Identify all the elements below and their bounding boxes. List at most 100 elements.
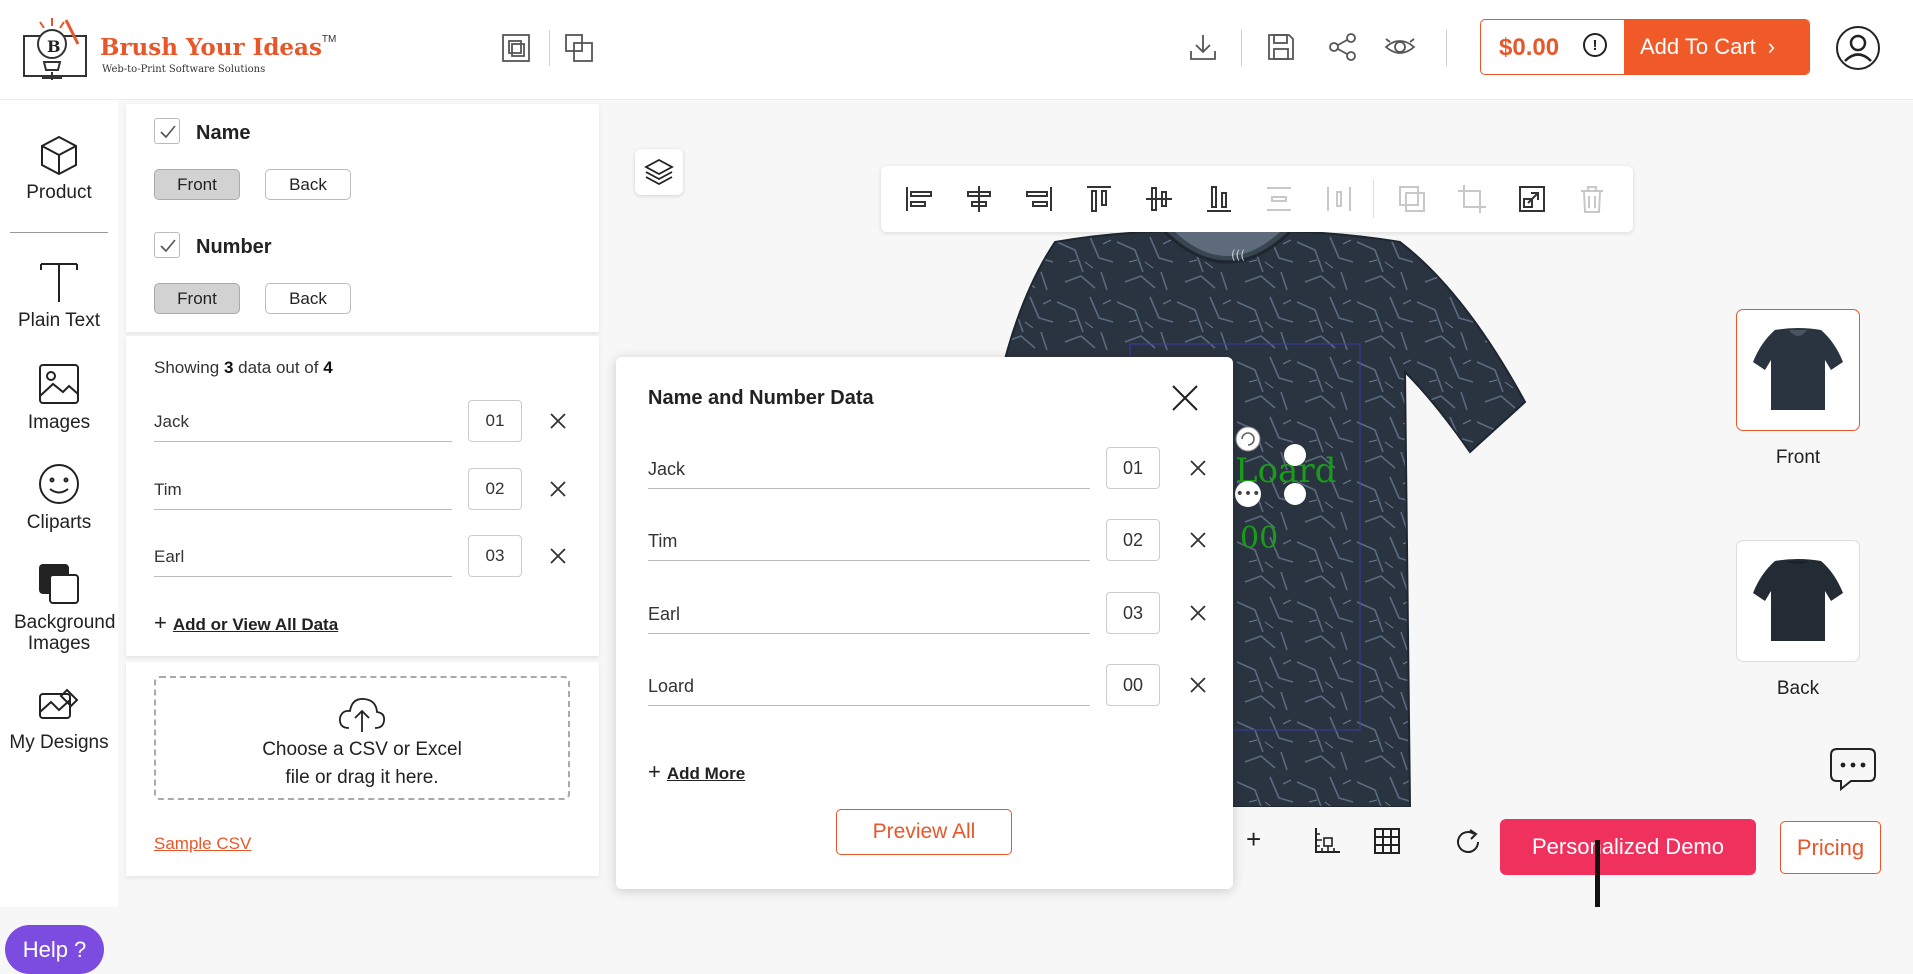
modal-number-input[interactable]: 00 [1106,664,1160,706]
smiley-icon [39,464,79,504]
number-front-button[interactable]: Front [154,283,240,314]
remove-row-close-icon[interactable] [1189,604,1207,627]
brand-tagline: Web-to-Print Software Solutions [102,64,266,75]
pricing-button[interactable]: Pricing [1780,821,1881,874]
layers-button[interactable] [635,149,683,195]
price-and-cart: $0.00 ! Add To Cart › [1480,19,1810,75]
view-back-icon[interactable] [563,32,595,64]
download-icon[interactable] [1186,30,1220,64]
top-header: B Brush Your IdeasTM Web-to-Print Softwa… [0,0,1913,100]
data-row: Earl 03 [154,535,567,585]
user-avatar-icon[interactable] [1836,26,1880,70]
price-info-icon[interactable]: ! [1583,33,1607,57]
csv-dropzone[interactable]: Choose a CSV or Excel file or drag it he… [154,676,570,800]
modal-number-input[interactable]: 02 [1106,519,1160,561]
row-number-input[interactable]: 02 [468,468,522,510]
front-view-label: Front [1775,447,1821,468]
add-more-link[interactable]: + Add More [648,759,745,785]
zoom-in-button[interactable]: + [1246,824,1261,855]
layers-icon [644,158,674,186]
left-tool-rail: Product Plain Text Images Cliparts Backg… [0,100,118,974]
data-rows-panel: Showing 3 data out of 4 Jack 01 Tim 02 E… [126,336,599,656]
number-checkbox[interactable] [154,232,180,258]
csv-upload-panel: Choose a CSV or Excel file or drag it he… [126,662,599,876]
modal-name-input[interactable]: Jack [648,455,1090,489]
ruler-icon[interactable] [1312,826,1342,861]
add-to-cart-button[interactable]: Add To Cart › [1624,20,1809,74]
number-section-label: Number [196,236,272,258]
align-bottom-icon[interactable] [1203,183,1235,215]
preview-all-button[interactable]: Preview All [836,809,1012,855]
back-view-label: Back [1776,678,1820,699]
row-name-input[interactable]: Earl [154,543,452,577]
name-back-button[interactable]: Back [265,169,351,200]
rail-item-cliparts[interactable]: Cliparts [0,462,118,534]
row-name-input[interactable]: Tim [154,476,452,510]
modal-name-input[interactable]: Tim [648,527,1090,561]
cloud-upload-icon [339,698,386,732]
remove-row-close-icon[interactable] [549,480,567,503]
remove-row-close-icon[interactable] [549,412,567,435]
share-icon[interactable] [1326,30,1360,64]
modal-data-row: Loard 00 [648,664,1208,714]
align-top-icon[interactable] [1083,183,1115,215]
rail-item-plain-text[interactable]: Plain Text [0,260,118,332]
row-number-input[interactable]: 03 [468,535,522,577]
remove-row-close-icon[interactable] [1189,459,1207,482]
rail-item-my-designs[interactable]: My Designs [0,686,118,754]
align-middle-vertical-icon[interactable] [1143,183,1175,215]
grid-icon[interactable] [1372,826,1402,861]
personalized-demo-button[interactable]: Personalized Demo [1500,819,1756,875]
rail-label: Plain Text [17,310,101,331]
modal-name-input[interactable]: Loard [648,672,1090,706]
rail-item-product[interactable]: Product [0,134,118,204]
refresh-icon[interactable] [1452,826,1484,863]
rail-item-images[interactable]: Images [0,362,118,434]
add-or-view-all-data-link[interactable]: + Add or View All Data [154,610,338,636]
front-view-thumbnail[interactable] [1736,309,1860,431]
modal-close-icon[interactable] [1170,383,1200,418]
header-divider [549,30,550,66]
chat-bubble-icon[interactable] [1829,745,1877,796]
row-name-input[interactable]: Jack [154,408,452,442]
view-front-icon[interactable] [500,32,532,64]
align-center-horizontal-icon[interactable] [963,183,995,215]
rail-label: Cliparts [26,512,92,533]
rail-label: Images [27,412,91,433]
resize-expand-icon[interactable] [1516,183,1548,215]
crop-icon [1456,183,1488,215]
row-number-input[interactable]: 01 [468,400,522,442]
name-number-data-modal: Name and Number Data Jack 01 Tim 02 Earl… [616,357,1233,889]
image-icon [39,364,79,404]
alignment-toolbar [881,166,1633,232]
brand-name: Brush Your IdeasTM [100,34,337,61]
brand-logo[interactable]: B Brush Your IdeasTM Web-to-Print Softwa… [22,14,336,84]
preview-eye-icon[interactable] [1382,30,1418,64]
align-left-icon[interactable] [903,183,935,215]
rail-item-background-images[interactable]: Background Images [0,562,118,654]
number-back-button[interactable]: Back [265,283,351,314]
name-checkbox[interactable] [154,118,180,144]
header-divider [1446,30,1447,66]
help-button[interactable]: Help ? [5,925,104,974]
svg-text:(((: ((( [1231,248,1245,262]
back-view-thumbnail[interactable] [1736,540,1860,662]
remove-row-close-icon[interactable] [1189,531,1207,554]
distribute-horizontal-icon [1323,183,1355,215]
save-icon[interactable] [1264,30,1298,64]
remove-row-close-icon[interactable] [1189,676,1207,699]
rail-label: My Designs [9,732,109,753]
modal-number-input[interactable]: 01 [1106,447,1160,489]
print-number-text: 00 [1240,521,1278,556]
chevron-right-icon: › [1767,34,1776,59]
remove-row-close-icon[interactable] [549,547,567,570]
modal-data-row: Earl 03 [648,592,1208,642]
mouse-cursor [1595,840,1600,907]
modal-number-input[interactable]: 03 [1106,592,1160,634]
canvas-bottom-bar: + [1234,804,1494,876]
tshirt-front-thumb-icon [1753,328,1843,410]
modal-name-input[interactable]: Earl [648,600,1090,634]
name-front-button[interactable]: Front [154,169,240,200]
align-right-icon[interactable] [1023,183,1055,215]
sample-csv-link[interactable]: Sample CSV [154,834,251,854]
